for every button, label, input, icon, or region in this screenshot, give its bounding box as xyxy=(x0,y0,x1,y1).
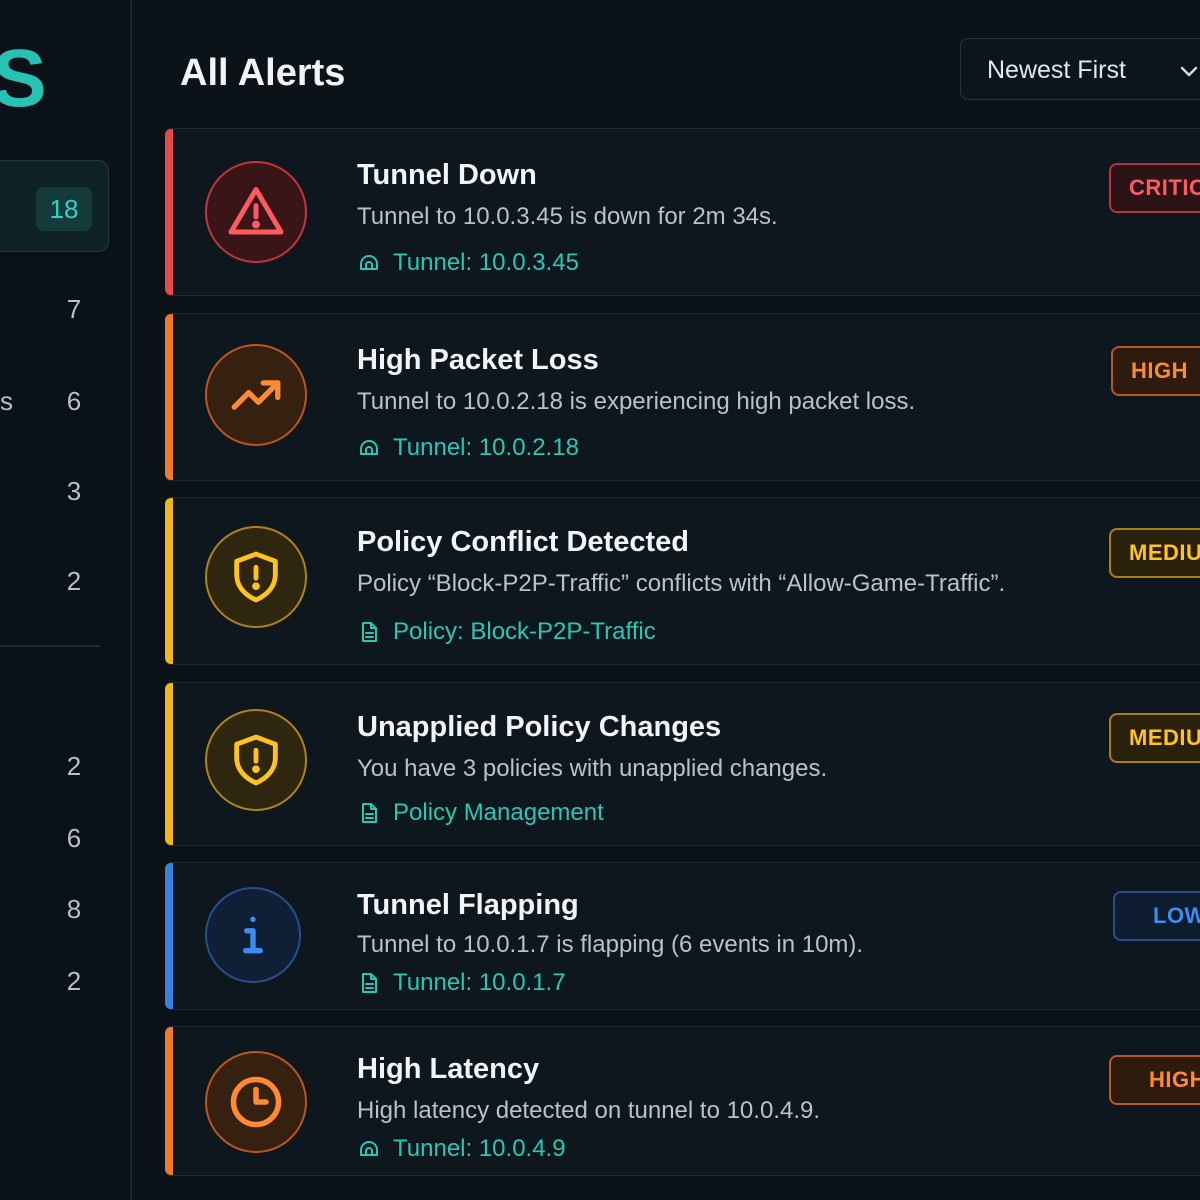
sidebar-item-count[interactable]: 6 xyxy=(56,386,92,416)
alert-card[interactable]: Policy Conflict Detected Policy “Block-P… xyxy=(165,497,1200,665)
alert-link[interactable]: Policy Management xyxy=(357,799,604,827)
tunnel-icon xyxy=(360,440,378,455)
severity-stripe xyxy=(165,498,173,664)
severity-stripe xyxy=(165,129,173,295)
alert-link-label: Policy Management xyxy=(393,799,604,826)
sidebar-item-count[interactable]: 2 xyxy=(56,751,92,781)
document-icon xyxy=(362,973,377,993)
trending-up-icon xyxy=(205,344,307,446)
sort-dropdown[interactable]: Newest First xyxy=(960,38,1200,100)
sidebar: S 18 7 s 6 3 2 2 6 8 2 xyxy=(0,0,132,1200)
alert-link-label: Tunnel: 10.0.4.9 xyxy=(393,1135,566,1162)
shield-alert-icon xyxy=(205,526,307,628)
clock-icon xyxy=(205,1051,307,1153)
alert-description: You have 3 policies with unapplied chang… xyxy=(357,755,828,782)
document-icon xyxy=(362,803,377,823)
alert-title: Tunnel Flapping xyxy=(357,889,579,921)
info-icon xyxy=(205,887,301,983)
sidebar-item-label[interactable]: s xyxy=(0,386,13,416)
severity-badge: MEDIU xyxy=(1109,528,1200,578)
alert-title: Unapplied Policy Changes xyxy=(357,711,722,743)
severity-stripe xyxy=(165,683,173,845)
sidebar-divider xyxy=(0,645,100,647)
alert-link-label: Policy: Block-P2P-Traffic xyxy=(393,618,656,645)
severity-badge: MEDIU xyxy=(1109,713,1200,763)
alert-title: High Latency xyxy=(357,1053,540,1085)
sort-selected-label: Newest First xyxy=(987,56,1126,84)
severity-badge: HIGH xyxy=(1111,346,1200,396)
alert-description: Policy “Block-P2P-Traffic” conflicts wit… xyxy=(357,570,1006,597)
document-icon xyxy=(362,622,377,642)
sidebar-item-count[interactable]: 3 xyxy=(56,476,92,506)
alert-card[interactable]: Unapplied Policy Changes You have 3 poli… xyxy=(165,682,1200,846)
alert-description: High latency detected on tunnel to 10.0.… xyxy=(357,1097,820,1124)
page-title: All Alerts xyxy=(180,52,346,94)
alert-card[interactable]: Tunnel Flapping Tunnel to 10.0.1.7 is fl… xyxy=(165,862,1200,1010)
tunnel-icon xyxy=(360,255,378,270)
sidebar-item-count[interactable]: 6 xyxy=(56,823,92,853)
alert-link[interactable]: Policy: Block-P2P-Traffic xyxy=(357,618,656,646)
alert-description: Tunnel to 10.0.2.18 is experiencing high… xyxy=(357,388,916,415)
sidebar-count-badge: 18 xyxy=(36,187,92,231)
alert-card[interactable]: Tunnel Down Tunnel to 10.0.3.45 is down … xyxy=(165,128,1200,296)
alert-title: High Packet Loss xyxy=(357,344,599,376)
alert-link-label: Tunnel: 10.0.3.45 xyxy=(393,249,579,276)
shield-alert-icon xyxy=(205,709,307,811)
alert-title: Tunnel Down xyxy=(357,159,537,191)
severity-badge: LOW xyxy=(1113,891,1200,941)
warning-triangle-icon xyxy=(205,161,307,263)
severity-stripe xyxy=(165,314,173,480)
brand-logo-fragment: S xyxy=(0,33,47,124)
alert-link[interactable]: Tunnel: 10.0.2.18 xyxy=(357,434,579,462)
alert-link-label: Tunnel: 10.0.1.7 xyxy=(393,969,566,996)
sidebar-item-count[interactable]: 8 xyxy=(56,894,92,924)
severity-stripe xyxy=(165,1027,173,1175)
alert-card[interactable]: High Packet Loss Tunnel to 10.0.2.18 is … xyxy=(165,313,1200,481)
chevron-down-icon xyxy=(1180,66,1198,77)
alert-link[interactable]: Tunnel: 10.0.4.9 xyxy=(357,1135,566,1163)
severity-badge: CRITIC xyxy=(1109,163,1200,213)
alert-link[interactable]: Tunnel: 10.0.3.45 xyxy=(357,249,579,277)
alert-card[interactable]: High Latency High latency detected on tu… xyxy=(165,1026,1200,1176)
alert-description: Tunnel to 10.0.3.45 is down for 2m 34s. xyxy=(357,203,778,230)
sidebar-item-count[interactable]: 2 xyxy=(56,966,92,996)
alert-link-label: Tunnel: 10.0.2.18 xyxy=(393,434,579,461)
tunnel-icon xyxy=(360,1141,378,1156)
sidebar-item-count[interactable]: 2 xyxy=(56,566,92,596)
alert-description: Tunnel to 10.0.1.7 is flapping (6 events… xyxy=(357,931,864,958)
sidebar-item-count[interactable]: 7 xyxy=(56,294,92,324)
alert-title: Policy Conflict Detected xyxy=(357,526,689,558)
alert-link[interactable]: Tunnel: 10.0.1.7 xyxy=(357,969,566,997)
severity-stripe xyxy=(165,863,173,1009)
severity-badge: HIGH xyxy=(1109,1055,1200,1105)
